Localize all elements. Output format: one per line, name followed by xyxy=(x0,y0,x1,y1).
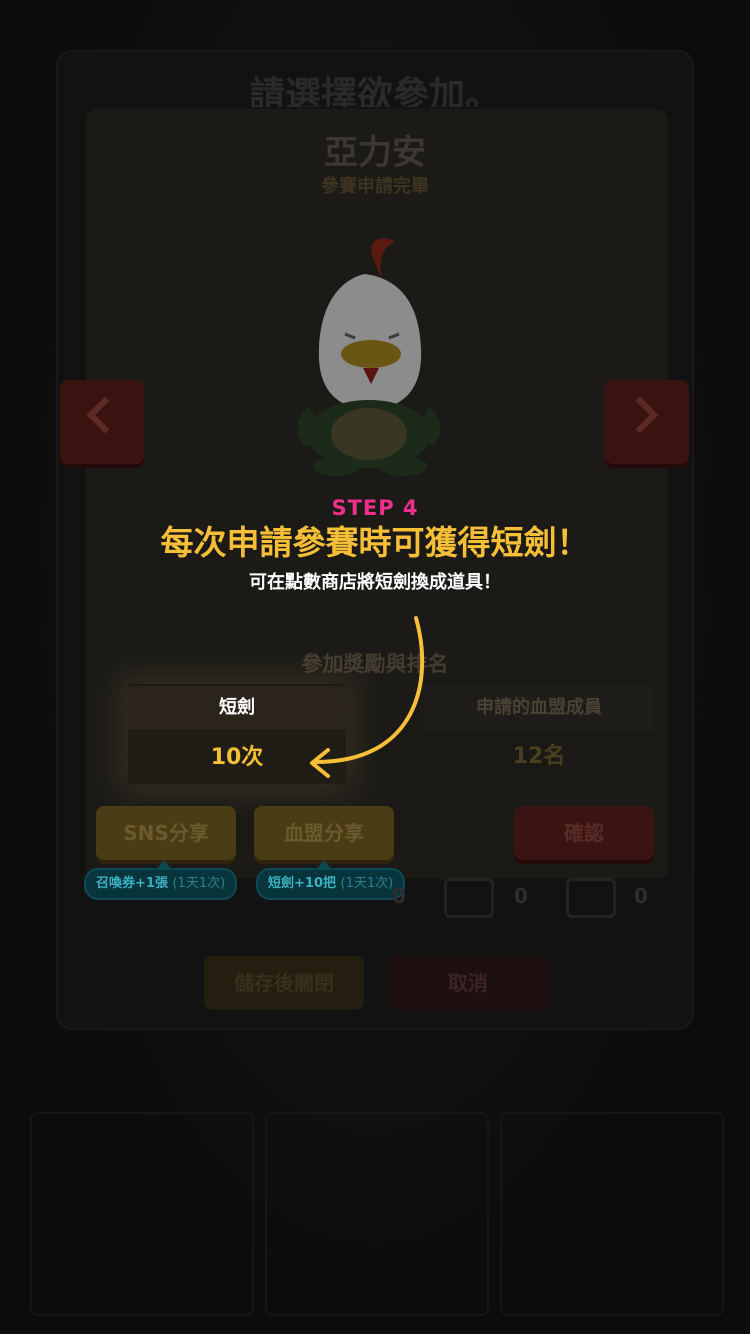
tutorial-arrow-icon xyxy=(310,616,425,778)
sns-reward-limit: (1天1次) xyxy=(172,876,226,891)
character-chicken xyxy=(297,238,441,476)
item-count: 0 xyxy=(634,884,648,908)
background-card xyxy=(500,1112,724,1316)
tutorial-headline: 每次申請參賽時可獲得短劍！ xyxy=(160,523,590,562)
application-status: 參賽申請完畢 xyxy=(321,176,429,197)
members-value: 12名 xyxy=(512,744,566,769)
members-header: 申請的血盟成員 xyxy=(424,686,654,730)
clan-reward-tooltip: 短劍+10把 (1天1次) xyxy=(256,860,406,900)
next-button[interactable] xyxy=(605,380,689,464)
sns-share-button[interactable]: SNS分享 xyxy=(96,806,236,860)
item-count: 0 xyxy=(514,884,528,908)
sns-reward-tooltip: 召喚券+1張 (1天1次) xyxy=(84,860,238,900)
clan-share-button[interactable]: 血盟分享 xyxy=(254,806,394,860)
item-icon xyxy=(566,878,616,918)
character-name: 亞力安 xyxy=(324,133,426,173)
background-card xyxy=(265,1112,489,1316)
members-header-label: 申請的血盟成員 xyxy=(476,697,602,718)
clan-reward-text: 短劍+10把 xyxy=(268,876,336,891)
save-and-close-button[interactable]: 儲存後關閉 xyxy=(204,956,364,1010)
item-icon xyxy=(444,878,494,918)
background-card xyxy=(30,1112,254,1316)
tooltip-pointer xyxy=(156,860,172,870)
cancel-button[interactable]: 取消 xyxy=(388,956,548,1010)
background-cards xyxy=(30,1112,724,1316)
clan-reward-limit: (1天1次) xyxy=(340,876,394,891)
tutorial-subline: 可在點數商店將短劍換成道具！ xyxy=(249,572,501,593)
chevron-right-icon xyxy=(621,396,659,434)
item-count: 0 xyxy=(392,884,406,908)
sns-reward-text: 召喚券+1張 xyxy=(96,876,168,891)
prev-button[interactable] xyxy=(60,380,144,464)
chevron-left-icon xyxy=(86,396,124,434)
members-value-cell: 12名 xyxy=(424,732,654,782)
confirm-button[interactable]: 確認 xyxy=(514,806,654,860)
tooltip-pointer xyxy=(316,860,332,870)
